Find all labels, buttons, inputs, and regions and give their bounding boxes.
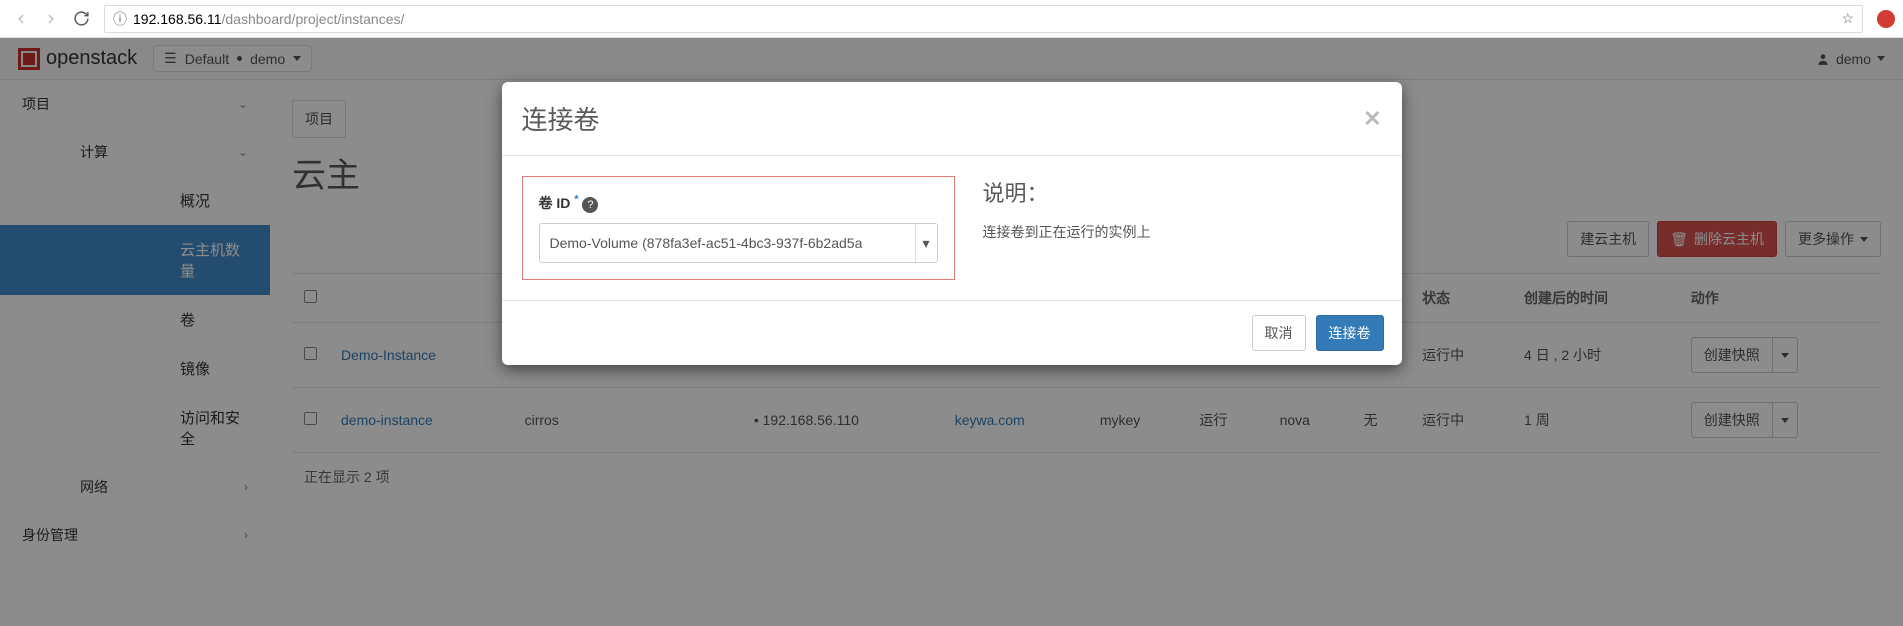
info-icon: ⓘ — [113, 9, 127, 29]
url-bar[interactable]: ⓘ 192.168.56.11/dashboard/project/instan… — [104, 5, 1863, 33]
extension-icon[interactable] — [1877, 10, 1895, 28]
help-icon[interactable]: ? — [582, 197, 598, 213]
forward-icon[interactable] — [38, 6, 64, 32]
reload-icon[interactable] — [68, 6, 94, 32]
browser-toolbar: ⓘ 192.168.56.11/dashboard/project/instan… — [0, 0, 1903, 38]
select-value: Demo-Volume (878fa3ef-ac51-4bc3-937f-6b2… — [550, 235, 863, 251]
modal-description: 说明： 连接卷到正在运行的实例上 — [983, 176, 1382, 280]
select-caret-icon: ▾ — [915, 224, 937, 262]
volume-id-select[interactable]: Demo-Volume (878fa3ef-ac51-4bc3-937f-6b2… — [539, 223, 938, 263]
modal-title: 连接卷 — [522, 100, 1364, 137]
desc-title: 说明： — [983, 176, 1382, 208]
close-icon[interactable]: ✕ — [1363, 106, 1381, 132]
back-icon[interactable] — [8, 6, 34, 32]
button-label: 连接卷 — [1329, 323, 1371, 343]
volume-id-field-group: 卷 ID * ? Demo-Volume (878fa3ef-ac51-4bc3… — [522, 176, 955, 280]
required-asterisk: * — [574, 193, 578, 205]
bookmark-icon[interactable]: ☆ — [1841, 10, 1854, 27]
desc-text: 连接卷到正在运行的实例上 — [983, 222, 1382, 242]
url-text: 192.168.56.11/dashboard/project/instance… — [133, 11, 404, 27]
submit-button[interactable]: 连接卷 — [1316, 315, 1384, 351]
volume-id-label: 卷 ID — [539, 195, 571, 211]
attach-volume-modal: 连接卷 ✕ 卷 ID * ? Demo-Volume (878fa3ef-ac5… — [502, 82, 1402, 365]
button-label: 取消 — [1265, 323, 1293, 343]
cancel-button[interactable]: 取消 — [1252, 315, 1306, 351]
